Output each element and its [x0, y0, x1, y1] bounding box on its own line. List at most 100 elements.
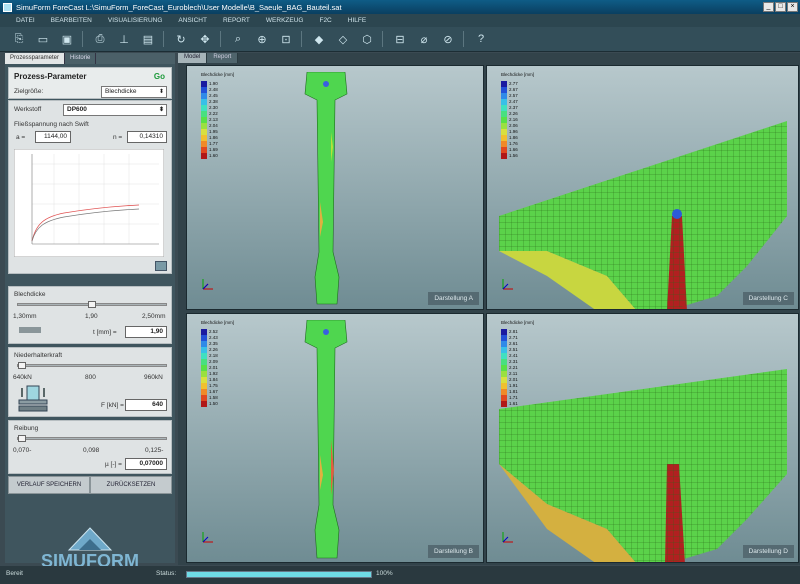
- niederhalter-mid: 800: [85, 374, 96, 381]
- application-window: SimuForm ForeCast L:\SimuForm_ForeCast_E…: [0, 0, 800, 584]
- viewport-c[interactable]: Blechdicke [mm] 2.77 2.67 2.57 2.47 2.37 2.26…: [486, 65, 799, 310]
- toolbar: ⎘ ▭ ▣ ⎙ ⊥ ▤ ↻ ✥ ⌕ ⊕ ⊡ ◆ ◇ ⬡ ⊟ ⌀ ⊘ ?: [0, 27, 800, 52]
- n-label: n =: [113, 134, 123, 141]
- measure-icon[interactable]: ⊥: [115, 30, 133, 48]
- title-bar: SimuForm ForeCast L:\SimuForm_ForeCast_E…: [0, 0, 800, 14]
- reibung-input[interactable]: 0,07000: [125, 458, 167, 470]
- progress-bar: [186, 571, 372, 578]
- zielgroesse-label: Zielgröße:: [14, 88, 44, 95]
- menu-datei[interactable]: DATEI: [16, 17, 35, 24]
- viewport-label-b: Darstellung B: [427, 545, 479, 558]
- blechdicke-section: Blechdicke 1,30mm 1,90 2,50mm t [mm] = 1…: [8, 286, 172, 344]
- viewport-d[interactable]: Blechdicke [mm] 2.81 2.71 2.61 2.51 2.41 2.31…: [486, 313, 799, 563]
- simuform-logo: SIMUFORM: [25, 524, 155, 572]
- axis-triad-icon: [502, 532, 513, 543]
- maximize-button[interactable]: □: [775, 2, 786, 12]
- menu-bar: DATEI BEARBEITEN VISUALISIERUNG ANSICHT …: [0, 14, 800, 27]
- a-input[interactable]: 1144,00: [35, 131, 71, 143]
- menu-report[interactable]: REPORT: [223, 17, 250, 24]
- tab-prozessparameter[interactable]: Prozessparameter: [5, 53, 66, 64]
- print-icon[interactable]: ⎙: [91, 30, 109, 48]
- blechdicke-slider[interactable]: [17, 301, 167, 308]
- menu-werkzeug[interactable]: WERKZEUG: [266, 17, 304, 24]
- menu-visualisierung[interactable]: VISUALISIERUNG: [108, 17, 163, 24]
- legend-swatch: 1.60: [201, 153, 218, 159]
- werkstoff-select[interactable]: DP600: [63, 104, 167, 116]
- chart-export-icon[interactable]: [155, 261, 167, 271]
- probe-max-icon[interactable]: ⊘: [439, 30, 457, 48]
- open-part-icon[interactable]: ⎘: [10, 30, 28, 48]
- section-icon[interactable]: ⊟: [391, 30, 409, 48]
- menu-f2c[interactable]: F2C: [319, 17, 331, 24]
- axis-triad-icon: [502, 279, 513, 290]
- viewport-a[interactable]: Blechdicke [mm] 1.90 2.48 2.45 2.38 2.30 2.22…: [186, 65, 484, 310]
- reibung-slider[interactable]: [17, 435, 167, 442]
- open-folder-icon[interactable]: ▭: [34, 30, 52, 48]
- reset-button[interactable]: ZURÜCKSETZEN: [90, 476, 172, 494]
- niederhalter-slider-handle[interactable]: [18, 362, 26, 369]
- n-input[interactable]: 0,14310: [127, 131, 167, 143]
- sheet-thickness-icon: [19, 327, 41, 333]
- niederhalter-slider[interactable]: [17, 362, 167, 369]
- axis-triad-icon: [202, 532, 213, 543]
- viewport-label-c: Darstellung C: [742, 292, 794, 305]
- part-model-d: [499, 369, 787, 562]
- progress-percent: 100%: [376, 570, 393, 577]
- viewport-label-a: Darstellung A: [428, 292, 479, 305]
- part-model-b: [304, 320, 348, 559]
- zoom-icon[interactable]: ⌕: [229, 30, 247, 48]
- rotate-icon[interactable]: ↻: [172, 30, 190, 48]
- go-button[interactable]: Go: [154, 72, 165, 81]
- blechdicke-field-label: t [mm] =: [93, 329, 117, 336]
- part-model-c: [499, 121, 787, 309]
- process-parameter-panel: Prozessparameter Historie Prozess-Parame…: [5, 53, 175, 571]
- werkstoff-label: Werkstoff: [14, 106, 42, 113]
- blechdicke-input[interactable]: 1,90: [125, 326, 167, 338]
- color-legend: 1.90 2.48 2.45 2.38 2.30 2.22 2.13 2.04 1.95 1.86…: [201, 81, 218, 159]
- menu-bearbeiten[interactable]: BEARBEITEN: [51, 17, 92, 24]
- tab-model[interactable]: Model: [178, 53, 208, 63]
- view-side-icon[interactable]: ⬡: [358, 30, 376, 48]
- reibung-max: 0,125-: [145, 447, 164, 454]
- niederhalter-input[interactable]: 640: [125, 399, 167, 411]
- niederhalter-section: Niederhalterkraft 640kN 800 960kN F [kN]…: [8, 347, 172, 417]
- save-history-button[interactable]: VERLAUF SPEICHERN: [8, 476, 90, 494]
- view-front-icon[interactable]: ◇: [334, 30, 352, 48]
- close-button[interactable]: ×: [787, 2, 798, 12]
- legend-swatch: 1.50: [201, 401, 218, 407]
- niederhalter-min: 640kN: [13, 374, 32, 381]
- blechdicke-max: 2,50mm: [142, 313, 166, 320]
- pan-icon[interactable]: ✥: [196, 30, 214, 48]
- viewport-b[interactable]: Blechdicke [mm] 2.52 2.43 2.35 2.26 2.18 2.09…: [186, 313, 484, 563]
- zoom-fit-icon[interactable]: ⊡: [277, 30, 295, 48]
- status-text: Bereit: [6, 570, 23, 577]
- probe-icon[interactable]: ⌀: [415, 30, 433, 48]
- window-title: SimuForm ForeCast L:\SimuForm_ForeCast_E…: [16, 2, 342, 12]
- blechdicke-title: Blechdicke: [14, 291, 46, 298]
- flow-curve-plot: [14, 149, 164, 257]
- help-icon[interactable]: ?: [472, 30, 490, 48]
- menu-ansicht[interactable]: ANSICHT: [178, 17, 207, 24]
- document-icon[interactable]: ▤: [139, 30, 157, 48]
- reibung-title: Reibung: [14, 425, 39, 432]
- reibung-min: 0,070-: [13, 447, 32, 454]
- legend-value: 1.50: [209, 401, 218, 406]
- reibung-section: Reibung 0,070- 0,098 0,125- µ [-] = 0,07…: [8, 420, 172, 474]
- tab-historie[interactable]: Historie: [65, 53, 97, 64]
- app-icon: [3, 2, 12, 12]
- tab-report[interactable]: Report: [207, 53, 239, 63]
- panel-title: Prozess-Parameter: [14, 72, 87, 81]
- zielgroesse-select[interactable]: Blechdicke: [101, 86, 167, 98]
- save-icon[interactable]: ▣: [58, 30, 76, 48]
- reibung-slider-handle[interactable]: [18, 435, 26, 442]
- view-iso-icon[interactable]: ◆: [310, 30, 328, 48]
- viewport-label-d: Darstellung D: [742, 545, 794, 558]
- niederhalter-max: 960kN: [144, 374, 163, 381]
- a-label: a =: [16, 134, 26, 141]
- blechdicke-slider-handle[interactable]: [88, 301, 96, 308]
- zoom-window-icon[interactable]: ⊕: [253, 30, 271, 48]
- menu-hilfe[interactable]: HILFE: [348, 17, 366, 24]
- viewport-area: Model Report Blechdicke [mm] 1.90 2.48 2.4…: [178, 53, 800, 565]
- niederhalter-title: Niederhalterkraft: [14, 352, 63, 359]
- minimize-button[interactable]: _: [763, 2, 774, 12]
